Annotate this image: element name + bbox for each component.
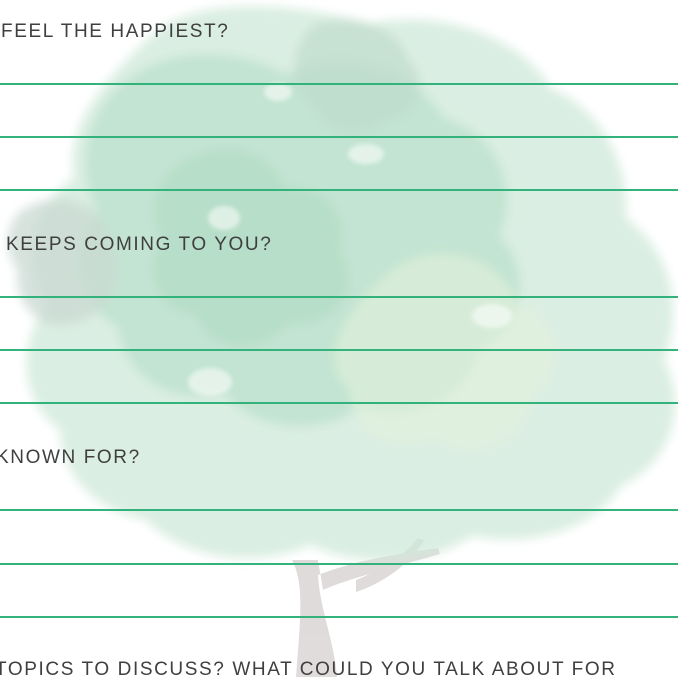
journal-page: FEEL THE HAPPIEST? KEEPS COMING TO YOU? … [0, 0, 678, 677]
answer-line [0, 83, 678, 85]
tree-canopy [7, 6, 676, 561]
answer-line [0, 189, 678, 191]
question-known-for: KNOWN FOR? [0, 447, 141, 468]
answer-line [0, 402, 678, 404]
question-keeps-coming: KEEPS COMING TO YOU? [6, 234, 273, 255]
answer-line [0, 509, 678, 511]
tree-watercolor-illustration [7, 6, 676, 677]
answer-line [0, 136, 678, 138]
question-topics-to-discuss: TOPICS TO DISCUSS? WHAT COULD YOU TALK A… [0, 659, 617, 677]
question-happiest: FEEL THE HAPPIEST? [1, 21, 230, 42]
answer-line [0, 349, 678, 351]
answer-line [0, 563, 678, 565]
answer-line [0, 616, 678, 618]
answer-line [0, 296, 678, 298]
